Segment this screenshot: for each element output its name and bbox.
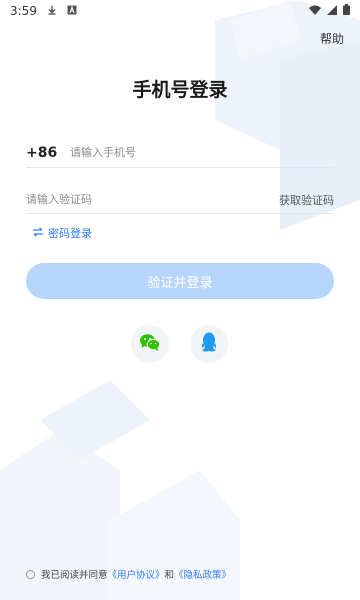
wechat-icon — [139, 333, 161, 356]
help-link[interactable]: 帮助 — [320, 30, 344, 47]
wechat-login-button[interactable] — [131, 325, 169, 363]
qq-icon — [200, 332, 218, 356]
qq-login-button[interactable] — [190, 325, 228, 363]
wifi-icon — [309, 4, 321, 18]
phone-input-row: +86 — [26, 138, 334, 168]
status-time: 3:59 — [10, 4, 37, 18]
password-login-switch[interactable]: 密码登录 — [32, 225, 92, 241]
swap-icon — [32, 226, 44, 240]
phone-input[interactable] — [70, 146, 334, 159]
country-code[interactable]: +86 — [26, 145, 70, 161]
verify-login-button[interactable]: 验证并登录 — [26, 263, 334, 299]
code-input-row: 获取验证码 — [26, 186, 334, 214]
user-agreement-link[interactable]: 《用户协议》 — [108, 567, 165, 581]
cellular-signal-icon — [327, 4, 337, 18]
battery-icon — [343, 4, 350, 18]
status-bar: 3:59 — [0, 0, 360, 22]
verification-code-input[interactable] — [26, 193, 279, 206]
agreement-checkbox[interactable] — [26, 569, 35, 579]
notification-a-icon — [67, 4, 77, 18]
password-login-label: 密码登录 — [48, 227, 92, 240]
download-icon — [47, 4, 57, 18]
agreement-and: 和 — [164, 570, 175, 581]
get-code-button[interactable]: 获取验证码 — [279, 192, 334, 208]
agreement-row: 我已阅读并同意 《用户协议》 和 《隐私政策》 — [26, 567, 231, 581]
agreement-prefix: 我已阅读并同意 — [41, 570, 108, 581]
page-title: 手机号登录 — [132, 79, 228, 101]
privacy-policy-link[interactable]: 《隐私政策》 — [174, 567, 231, 581]
